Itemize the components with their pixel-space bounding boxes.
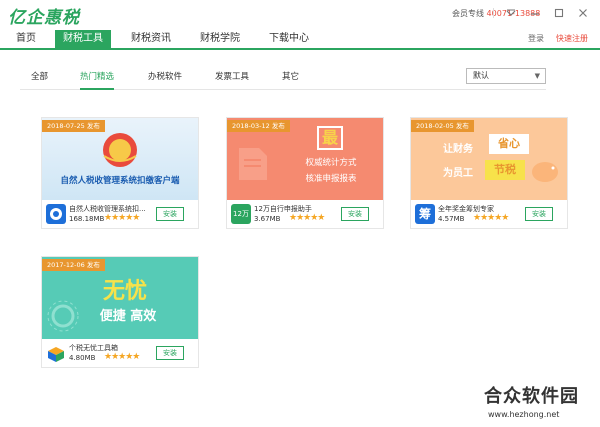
card-info: 自然人税收管理系统扣... 168.18MB ★★★★★ 安装 [42, 201, 198, 229]
install-button[interactable]: 安装 [525, 207, 553, 221]
filter-hot-picks[interactable]: 热门精选 [80, 70, 115, 90]
install-button[interactable]: 安装 [341, 207, 369, 221]
install-button[interactable]: 安装 [156, 207, 184, 221]
app-size: 4.80MB [69, 354, 96, 362]
app-size: 168.18MB [69, 215, 105, 223]
banner-text-d: 节税 [485, 160, 525, 180]
banner-line-1: 权威统计方式 [305, 158, 357, 168]
category-filter-bar: 全部 热门精选 办税软件 发票工具 其它 默认 ▼ [20, 66, 546, 90]
watermark-name: 合众软件园 [484, 386, 579, 407]
software-card[interactable]: 2017-12-06 发布 无忧 便捷 高效 个税无忧工具箱 4.80MB ★★… [41, 256, 199, 368]
banner-text-a: 无忧 [102, 279, 147, 304]
rating-stars: ★★★★★ [289, 213, 325, 223]
hotline-label: 会员专线 [452, 9, 484, 18]
sort-selected-value: 默认 [473, 71, 489, 80]
card-info: 筹 全年奖金筹划专家 4.57MB ★★★★★ 安装 [411, 201, 567, 229]
card-banner: 2018-03-12 发布 最 权威统计方式 核准申报报表 [227, 118, 383, 200]
chevron-down-icon: ▼ [534, 72, 540, 80]
publish-date-badge: 2018-07-25 发布 [42, 120, 105, 132]
software-card[interactable]: 2018-02-05 发布 让财务 省心 为员工 节税 筹 全年奖金筹划专家 4… [410, 117, 568, 229]
filter-invoice-tools[interactable]: 发票工具 [215, 70, 249, 88]
watermark-url: www.hezhong.net [488, 410, 560, 419]
app-logo: 亿企惠税 [8, 5, 80, 28]
tab-home[interactable]: 首页 [6, 30, 46, 48]
tax-emblem-icon [103, 133, 137, 167]
window-controls [493, 6, 590, 20]
login-link[interactable]: 登录 [528, 33, 544, 44]
app-icon: 筹 [415, 204, 435, 224]
register-link[interactable]: 快速注册 [556, 33, 588, 44]
banner-text-c: 为员工 [443, 168, 473, 179]
banner-text-a: 让财务 [443, 144, 473, 155]
banner-line-2: 核准申报报表 [305, 174, 357, 184]
rating-stars: ★★★★★ [473, 213, 509, 223]
publish-date-badge: 2018-03-12 发布 [227, 120, 290, 132]
title-bar: 亿企惠税 会员专线 40071-13888 [0, 0, 600, 30]
card-info: 个税无忧工具箱 4.80MB ★★★★★ 安装 [42, 340, 198, 368]
document-icon [239, 148, 267, 180]
app-icon: 12万 [231, 204, 251, 224]
main-nav: 首页 财税工具 财税资讯 财税学院 下载中心 登录 快速注册 [0, 30, 600, 50]
banner-title: 自然人税收管理系统扣缴客户端 [60, 176, 180, 186]
software-card[interactable]: 2018-03-12 发布 最 权威统计方式 核准申报报表 12万 12万自行申… [226, 117, 384, 229]
app-icon [46, 343, 66, 363]
site-watermark: 合众软件园 www.hezhong.net [484, 382, 579, 419]
minimize-icon[interactable] [528, 6, 542, 20]
filter-all[interactable]: 全部 [31, 70, 48, 88]
software-card[interactable]: 2018-07-25 发布 自然人税收管理系统扣缴客户端 自然人税收管理系统扣.… [41, 117, 199, 229]
filter-other[interactable]: 其它 [282, 70, 299, 88]
sort-select[interactable]: 默认 ▼ [466, 68, 546, 84]
close-icon[interactable] [576, 6, 590, 20]
card-banner: 2018-07-25 发布 自然人税收管理系统扣缴客户端 [42, 118, 198, 200]
banner-text-b: 便捷 高效 [99, 309, 157, 324]
tab-tax-academy[interactable]: 财税学院 [190, 30, 250, 48]
card-info: 12万 12万自行申报助手 3.67MB ★★★★★ 安装 [227, 201, 383, 229]
logo-text: 亿企惠税 [8, 7, 80, 28]
filter-tax-software[interactable]: 办税软件 [148, 70, 182, 88]
tab-tax-news[interactable]: 财税资讯 [121, 30, 181, 48]
tab-download-center[interactable]: 下载中心 [259, 30, 319, 48]
app-size: 3.67MB [254, 215, 281, 223]
rating-stars: ★★★★★ [104, 352, 140, 362]
banner-big-char: 最 [317, 126, 343, 150]
install-button[interactable]: 安装 [156, 346, 184, 360]
banner-text-b: 省心 [489, 134, 529, 154]
piggy-bank-icon [532, 162, 558, 182]
app-size: 4.57MB [438, 215, 465, 223]
divider [493, 8, 494, 18]
rating-stars: ★★★★★ [104, 213, 140, 223]
app-icon [46, 204, 66, 224]
tab-tax-tools[interactable]: 财税工具 [55, 30, 111, 48]
publish-date-badge: 2018-02-05 发布 [411, 120, 474, 132]
card-banner: 2017-12-06 发布 无忧 便捷 高效 [42, 257, 198, 339]
publish-date-badge: 2017-12-06 发布 [42, 259, 105, 271]
auth-links: 登录 快速注册 [528, 33, 588, 44]
sun-icon [47, 300, 79, 332]
maximize-icon[interactable] [552, 6, 566, 20]
card-banner: 2018-02-05 发布 让财务 省心 为员工 节税 [411, 118, 567, 200]
skin-menu-icon[interactable] [504, 6, 518, 20]
